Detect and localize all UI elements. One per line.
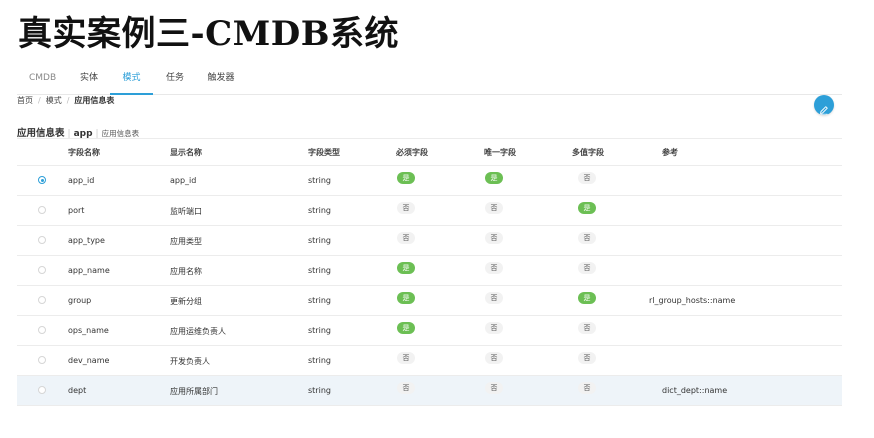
cell-field-name: dept — [68, 386, 87, 395]
multi-badge: 否 — [578, 382, 596, 394]
row-radio[interactable] — [38, 326, 46, 334]
breadcrumb-home[interactable]: 首页 — [17, 96, 33, 105]
pencil-icon — [819, 100, 829, 115]
cell-display-name: 应用所属部门 — [170, 387, 218, 396]
table-row[interactable]: port 监听端口 string 否 否 是 — [17, 196, 842, 226]
multi-badge: 是 — [578, 292, 596, 304]
breadcrumb-separator: / — [38, 96, 41, 105]
tab-entity[interactable]: 实体 — [79, 71, 99, 93]
cell-reference: dict_dept::name — [662, 386, 728, 395]
cell-display-name: 监听端口 — [170, 207, 202, 216]
slide-title: 真实案例三-CMDB系统 — [18, 14, 400, 54]
multi-badge: 否 — [578, 232, 596, 244]
header-multi: 多值字段 — [572, 148, 604, 157]
row-radio[interactable] — [38, 356, 46, 364]
required-badge: 是 — [397, 172, 415, 184]
table-row[interactable]: group 更新分组 string 是 否 是 rl_group_hosts::name — [17, 286, 842, 316]
row-radio[interactable] — [38, 386, 46, 394]
unique-badge: 否 — [485, 322, 503, 334]
header-display-name: 显示名称 — [170, 148, 202, 157]
cell-field-type: string — [308, 266, 331, 275]
row-radio[interactable] — [38, 266, 46, 274]
unique-badge: 否 — [485, 232, 503, 244]
multi-badge: 否 — [578, 172, 596, 184]
cell-field-name: app_id — [68, 176, 95, 185]
cell-field-name: dev_name — [68, 356, 110, 365]
required-badge: 是 — [397, 322, 415, 334]
cell-display-name: 应用运维负责人 — [170, 327, 226, 336]
table-row[interactable]: app_id app_id string 是 是 否 — [17, 166, 842, 196]
table-row[interactable]: app_name 应用名称 string 是 否 否 — [17, 256, 842, 286]
table-header: 字段名称 显示名称 字段类型 必须字段 唯一字段 多值字段 参考 — [17, 138, 842, 166]
multi-badge: 否 — [578, 322, 596, 334]
cell-field-name: app_name — [68, 266, 110, 275]
header-field-type: 字段类型 — [308, 148, 340, 157]
unique-badge: 否 — [485, 292, 503, 304]
header-required: 必须字段 — [396, 148, 428, 157]
multi-badge: 否 — [578, 352, 596, 364]
row-radio[interactable] — [38, 176, 46, 184]
tab-schema[interactable]: 模式 — [110, 71, 153, 95]
cell-field-type: string — [308, 206, 331, 215]
cell-display-name: 更新分组 — [170, 297, 202, 306]
cell-field-type: string — [308, 236, 331, 245]
cell-field-type: string — [308, 386, 331, 395]
breadcrumb-separator: / — [66, 96, 70, 105]
nav-tabs: CMDB 实体 模式 任务 触发器 — [17, 66, 842, 95]
unique-badge: 否 — [485, 262, 503, 274]
section-subtitle: 应用信息表 — [101, 129, 140, 138]
row-radio[interactable] — [38, 236, 46, 244]
cell-field-type: string — [308, 356, 331, 365]
required-badge: 是 — [397, 262, 415, 274]
cell-display-name: 应用类型 — [170, 237, 202, 246]
section-header: 应用信息表 | app | 应用信息表 — [17, 125, 139, 139]
table-body: app_id app_id string 是是否 port 监听端口 string 否否是 ap… — [17, 166, 842, 406]
tab-task[interactable]: 任务 — [165, 71, 185, 93]
cell-field-name: port — [68, 206, 85, 215]
required-badge: 否 — [397, 202, 415, 214]
required-badge: 是 — [397, 292, 415, 304]
breadcrumb-schema[interactable]: 模式 — [46, 96, 62, 105]
unique-badge: 否 — [485, 352, 503, 364]
header-unique: 唯一字段 — [484, 148, 516, 157]
header-reference: 参考 — [662, 148, 678, 157]
required-badge: 否 — [397, 232, 415, 244]
cell-field-name: ops_name — [68, 326, 109, 335]
multi-badge: 否 — [578, 262, 596, 274]
multi-badge: 是 — [578, 202, 596, 214]
header-field-name: 字段名称 — [68, 148, 100, 157]
unique-badge: 是 — [485, 172, 503, 184]
fields-table: 字段名称 显示名称 字段类型 必须字段 唯一字段 多值字段 参考 app_id a… — [17, 138, 842, 406]
row-radio[interactable] — [38, 206, 46, 214]
table-row[interactable]: dept 应用所属部门 string 否 否 否 dict_dept::name — [17, 376, 842, 406]
tab-trigger[interactable]: 触发器 — [207, 71, 235, 93]
cell-field-type: string — [308, 326, 331, 335]
required-badge: 否 — [397, 382, 415, 394]
cell-display-name: 应用名称 — [170, 267, 202, 276]
unique-badge: 否 — [485, 382, 503, 394]
row-radio[interactable] — [38, 296, 46, 304]
breadcrumb: 首页 / 模式 / 应用信息表 — [17, 95, 114, 106]
cell-field-name: group — [68, 296, 92, 305]
cell-field-type: string — [308, 176, 331, 185]
cell-display-name: app_id — [170, 176, 197, 185]
cell-reference: rl_group_hosts::name — [649, 296, 736, 305]
cell-display-name: 开发负责人 — [170, 357, 210, 366]
unique-badge: 否 — [485, 202, 503, 214]
table-row[interactable]: dev_name 开发负责人 string 否 否 否 — [17, 346, 842, 376]
table-row[interactable]: ops_name 应用运维负责人 string 是 否 否 — [17, 316, 842, 346]
tab-cmdb[interactable]: CMDB — [29, 71, 56, 93]
required-badge: 否 — [397, 352, 415, 364]
cell-field-type: string — [308, 296, 331, 305]
cell-field-name: app_type — [68, 236, 105, 245]
breadcrumb-current: 应用信息表 — [74, 96, 115, 105]
edit-button[interactable] — [814, 95, 834, 115]
table-row[interactable]: app_type 应用类型 string 否 否 否 — [17, 226, 842, 256]
